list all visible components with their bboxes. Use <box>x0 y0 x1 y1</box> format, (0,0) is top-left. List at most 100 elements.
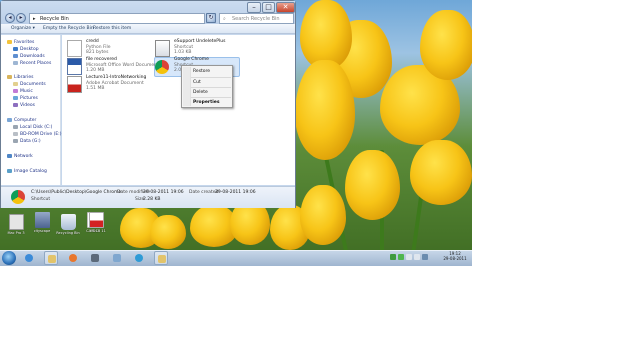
nav-label: Local Disk (C:) <box>20 125 53 130</box>
system-tray <box>388 254 438 262</box>
nav-favorites[interactable]: Favorites <box>7 39 34 46</box>
chrome-icon <box>155 60 169 74</box>
nav-label: Videos <box>20 103 35 108</box>
folder-icon <box>158 255 166 263</box>
nav-label: Downloads <box>20 54 45 59</box>
star-icon <box>7 39 12 44</box>
forward-button[interactable]: ▸ <box>16 13 26 23</box>
recycle-bin-icon <box>60 214 76 230</box>
nav-label: Pictures <box>20 96 38 101</box>
desktop-icon[interactable]: CA & LB 11 <box>84 212 108 240</box>
navigation-pane: Favorites Desktop Downloads Recent Place… <box>1 35 67 185</box>
clock[interactable]: 19:12 29-08-2011 <box>440 251 470 261</box>
empty-recycle-bin-button[interactable]: Empty the Recycle Bin <box>43 24 94 34</box>
wallpaper-tulip <box>345 150 400 220</box>
taskbar-app[interactable] <box>154 251 168 265</box>
taskbar-ie[interactable] <box>22 251 36 265</box>
details-type: Shortcut <box>31 197 51 202</box>
minimize-button[interactable]: – <box>247 2 261 13</box>
network-icon[interactable] <box>406 254 412 260</box>
drive-icon <box>13 138 18 143</box>
nav-label: Libraries <box>14 75 34 80</box>
menu-item-restore[interactable]: Restore <box>193 68 210 75</box>
menu-item-cut[interactable]: Cut <box>193 79 201 86</box>
list-item[interactable]: Lecture11-IntroNetworking Adobe Acrobat … <box>67 75 155 97</box>
nav-music[interactable]: Music <box>13 88 33 95</box>
recent-icon <box>13 60 18 65</box>
wallpaper-tulip <box>300 185 346 245</box>
computer-icon <box>7 117 12 122</box>
nav-documents[interactable]: Documents <box>13 81 46 88</box>
nav-label: Documents <box>20 82 46 87</box>
wallpaper-tulip <box>295 60 355 160</box>
nav-desktop[interactable]: Desktop <box>13 46 39 53</box>
taskbar-app[interactable] <box>110 251 124 265</box>
restore-item-button[interactable]: Restore this item <box>93 24 131 34</box>
tray-icon[interactable] <box>398 254 404 260</box>
shortcut-icon <box>155 40 170 57</box>
menu-separator <box>191 97 231 98</box>
nav-label: Recent Places <box>20 61 52 66</box>
back-button[interactable]: ◂ <box>5 13 15 23</box>
nav-label: Data (G:) <box>20 139 41 144</box>
address-bar[interactable]: ▸ Recycle Bin <box>29 13 205 24</box>
nav-videos[interactable]: Videos <box>13 102 35 109</box>
file-name: Lecture11-IntroNetworking <box>86 75 147 80</box>
downloads-icon <box>13 53 18 58</box>
file-size: 821 bytes <box>86 50 109 55</box>
menu-gutter <box>183 67 191 106</box>
menu-item-properties[interactable]: Properties <box>193 99 220 106</box>
catalog-icon <box>7 168 12 173</box>
organize-button[interactable]: Organize ▾ <box>11 24 35 34</box>
network-icon <box>7 153 12 158</box>
file-name: eSupport UndeletePlus <box>174 39 226 44</box>
nav-computer[interactable]: Computer <box>7 117 36 124</box>
desktop-icon[interactable]: cityscape <box>30 212 54 240</box>
nav-bdrom[interactable]: BD-ROM Drive (E:) 4: <box>13 131 67 138</box>
taskbar-explorer[interactable] <box>44 251 58 265</box>
menu-item-delete[interactable]: Delete <box>193 89 208 96</box>
file-info: file recovered Microsoft Office Word Doc… <box>86 57 159 74</box>
taskbar-media[interactable] <box>66 251 80 265</box>
desktop-icon[interactable]: Mac Pro 3 <box>4 214 28 242</box>
tray-icon[interactable] <box>390 254 396 260</box>
desktop-icon-label: Mac Pro 3 <box>7 231 25 235</box>
music-icon <box>13 88 18 93</box>
nav-data[interactable]: Data (G:) <box>13 138 41 145</box>
nav-network[interactable]: Network <box>7 153 33 160</box>
close-button[interactable]: ✕ <box>276 2 295 13</box>
search-input[interactable]: ⌕ Search Recycle Bin <box>219 13 294 24</box>
nav-label: BD-ROM Drive (E:) 4: <box>20 132 68 137</box>
menu-separator <box>191 77 231 78</box>
desktop-icon[interactable]: Recycling Bin <box>56 214 80 242</box>
nav-label: Favorites <box>14 40 35 45</box>
pictures-icon <box>13 95 18 100</box>
window-icon <box>113 254 121 262</box>
python-file-icon <box>67 40 82 57</box>
folder-icon <box>48 255 56 263</box>
address-arrow-icon: ▸ <box>33 16 36 22</box>
nav-libraries[interactable]: Libraries <box>7 74 33 81</box>
nav-pictures[interactable]: Pictures <box>13 95 38 102</box>
file-size: 1.51 MB <box>86 86 105 91</box>
search-icon: ⌕ <box>223 16 226 22</box>
volume-icon[interactable] <box>414 254 420 260</box>
search-placeholder: Search Recycle Bin <box>232 16 280 22</box>
taskbar-app[interactable] <box>88 251 102 265</box>
taskbar-app[interactable] <box>132 251 146 265</box>
date-modified-value: 29-08-2011 19:06 <box>143 190 184 195</box>
tray-icon[interactable] <box>422 254 428 260</box>
nav-image-catalog[interactable]: Image Catalog <box>7 168 47 175</box>
details-pane: C:\Users\Public\Desktop\Google Chrome Sh… <box>1 186 295 208</box>
maximize-button[interactable]: □ <box>262 2 275 13</box>
nav-downloads[interactable]: Downloads <box>13 53 45 60</box>
internet-explorer-icon <box>25 254 33 262</box>
nav-local-disk[interactable]: Local Disk (C:) <box>13 124 52 131</box>
desktop-icon-label: Recycling Bin <box>56 231 80 235</box>
clock-date: 29-08-2011 <box>443 256 467 261</box>
refresh-button[interactable]: ↻ <box>206 13 216 23</box>
start-button[interactable] <box>2 251 16 265</box>
file-info: eSupport UndeletePlus Shortcut 1.03 KB <box>174 39 225 56</box>
nav-recent[interactable]: Recent Places <box>13 60 51 67</box>
desktop-icon-label: cityscape <box>33 229 51 233</box>
